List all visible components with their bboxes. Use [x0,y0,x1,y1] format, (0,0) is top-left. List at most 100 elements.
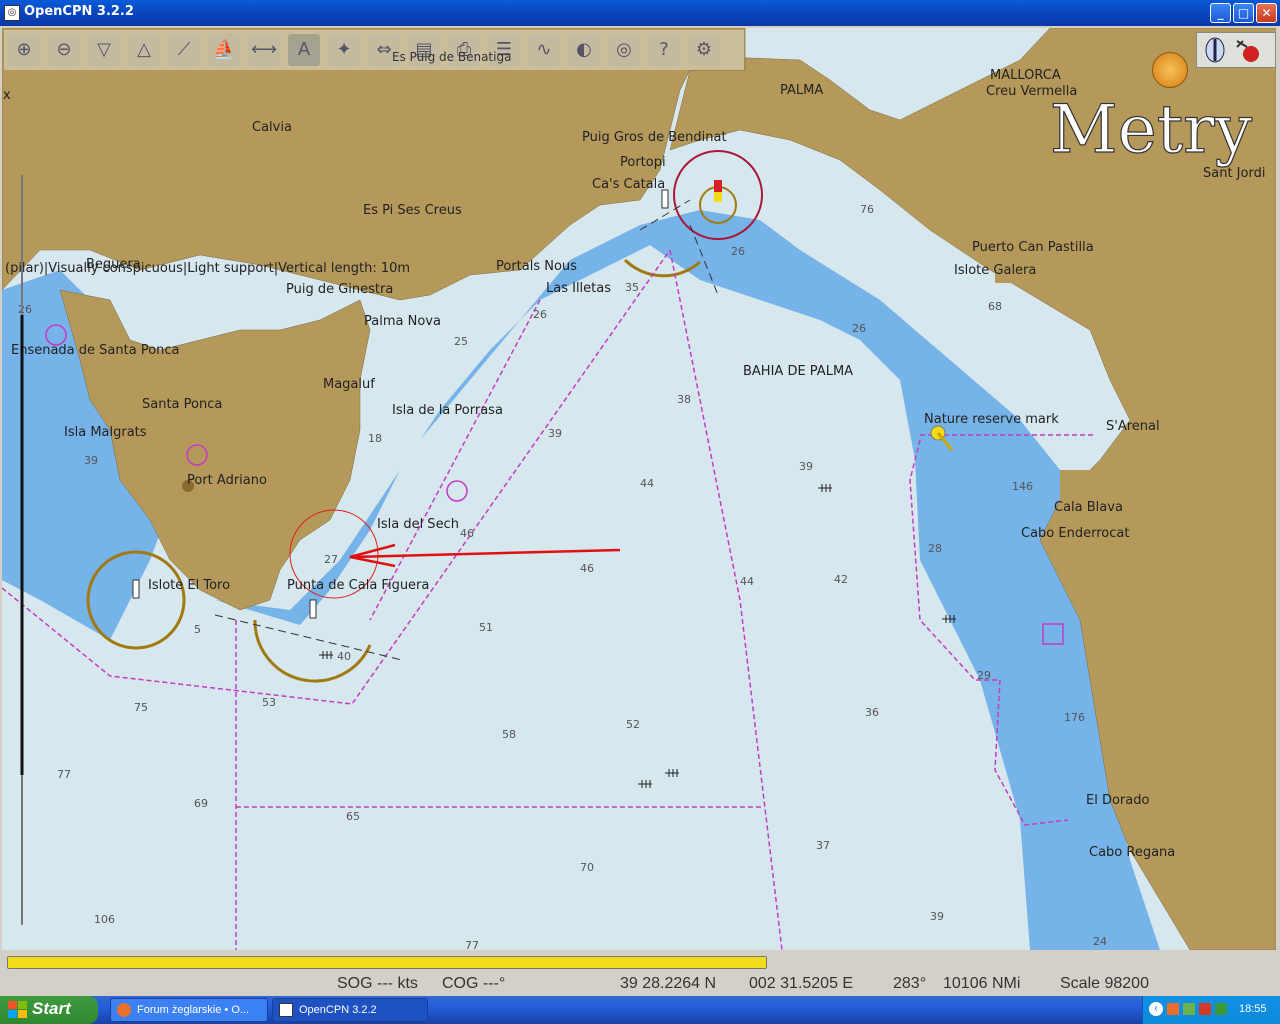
route-icon: ⟋ [177,39,191,60]
chart-bundle-icon[interactable] [1152,52,1188,88]
sounding: 37 [816,839,830,852]
text-button[interactable]: A [288,34,320,66]
lights-button[interactable]: ✦ [328,34,360,66]
route-button[interactable]: ⟋ [168,34,200,66]
tray-network-icon[interactable] [1183,1003,1195,1015]
place-label: Punta de Cala Figuera [287,578,429,593]
place-label: El Dorado [1086,793,1149,808]
place-label: Cabo Regana [1089,845,1175,860]
measure-icon: ⟷ [251,39,277,60]
measure-button[interactable]: ⟷ [248,34,280,66]
start-label: Start [32,999,71,1018]
sounding: 24 [1093,935,1107,948]
scale-up-button[interactable]: △ [128,34,160,66]
minimize-button[interactable]: _ [1210,3,1231,23]
sounding: 36 [865,706,879,719]
sounding: 5 [194,623,201,636]
place-label: Isla Malgrats [64,425,147,440]
sounding: 40 [337,650,351,663]
sounding: 77 [57,768,71,781]
distance-readout: 10106 NMi [943,975,1021,992]
task-opencpn[interactable]: OpenCPN 3.2.2 [272,998,428,1022]
tray-volume-icon[interactable] [1215,1003,1227,1015]
taskbar: Start Forum żeglarskie • O... OpenCPN 3.… [0,996,1280,1024]
clock: 18:55 [1239,1003,1267,1015]
compass-widget[interactable] [1196,32,1276,68]
sounding: 53 [262,696,276,709]
close-overlay-x: x [3,88,11,103]
place-label: Nature reserve mark [924,412,1059,427]
place-label: Isla del Sech [377,517,459,532]
firefox-icon [117,1003,131,1017]
task-label: OpenCPN 3.2.2 [299,1004,377,1016]
cog-readout: COG ---° [442,975,506,992]
system-tray: ‹ 18:55 [1142,996,1280,1024]
nautical-chart[interactable]: MALLORCA Creu Vermella PALMA Calvia Puig… [2,28,1276,950]
settings-button[interactable]: ⚙ [688,34,720,66]
metry-watermark: Metry [1050,91,1253,168]
ship-button[interactable]: ⛵ [208,34,240,66]
help-button[interactable]: ? [648,34,680,66]
place-label: Port Adriano [187,473,267,488]
place-label: Es Pi Ses Creus [363,203,462,218]
place-label: Isla de la Porrasa [392,403,503,418]
sounding: 18 [368,432,382,445]
maximize-button[interactable]: □ [1233,3,1254,23]
scale-down-button[interactable]: ▽ [88,34,120,66]
sounding: 65 [346,810,360,823]
sounding: 51 [479,621,493,634]
place-label: Portals Nous [496,259,577,274]
place-label: Puig de Ginestra [286,282,393,297]
sounding: 69 [194,797,208,810]
sounding: 46 [580,562,594,575]
task-forum-browser[interactable]: Forum żeglarskie • O... [110,998,268,1022]
longitude-readout: 002 31.5205 E [749,975,854,992]
sounding: 25 [454,335,468,348]
sounding: 26 [533,308,547,321]
start-button[interactable]: Start [0,996,98,1024]
place-label: Cabo Enderrocat [1021,526,1129,541]
sounding: 77 [465,939,479,950]
scale-readout: Scale 98200 [1060,975,1149,992]
place-label: MALLORCA [990,68,1061,83]
place-label: Cala Blava [1054,500,1123,515]
place-label: Portopi [620,155,666,170]
sounding: 26 [852,322,866,335]
help-icon: ? [659,39,669,60]
place-label: Ca's Catala [592,177,665,192]
place-label: BAHIA DE PALMA [743,364,853,379]
settings-icon: ⚙ [695,39,713,60]
place-label: Ensenada de Santa Ponca [11,343,180,358]
scale-down-icon: ▽ [97,39,111,60]
tracks-icon: ∿ [536,39,552,60]
windows-logo-icon [8,1001,27,1018]
sounding: 29 [977,669,991,682]
tray-app-icon[interactable] [1167,1003,1179,1015]
object-info-text: (pilar)|Visually conspicuous|Light suppo… [5,261,410,276]
color-scheme-icon: ◐ [576,39,592,60]
color-scheme-button[interactable]: ◐ [568,34,600,66]
sounding: 38 [677,393,691,406]
tracks-button[interactable]: ∿ [528,34,560,66]
close-button[interactable]: ✕ [1256,3,1277,23]
place-label: S'Arenal [1106,419,1160,434]
place-label: Islote El Toro [148,578,230,593]
compass-icon[interactable] [1197,33,1275,67]
place-label: Sant Jordi [1203,166,1265,181]
title-bar[interactable]: ◎ OpenCPN 3.2.2 _ □ ✕ [0,0,1280,26]
toolbar-tooltip: Es Puig de Benatiga [392,50,512,64]
text-icon: A [297,39,311,60]
scale-up-icon: △ [137,39,151,60]
zoom-in-button[interactable]: ⊕ [8,34,40,66]
sounding: 70 [580,861,594,874]
zoom-out-button[interactable]: ⊖ [48,34,80,66]
place-label: Puig Gros de Bendinat [582,130,727,145]
sounding: 26 [18,303,32,316]
tray-expand-icon[interactable]: ‹ [1149,1002,1163,1016]
chart-canvas[interactable]: MALLORCA Creu Vermella PALMA Calvia Puig… [2,28,1276,950]
mob-button[interactable]: ◎ [608,34,640,66]
bearing-readout: 283° [893,975,927,992]
sounding: 28 [928,542,942,555]
tray-security-icon[interactable] [1199,1003,1211,1015]
zoom-out-icon: ⊖ [56,39,72,60]
